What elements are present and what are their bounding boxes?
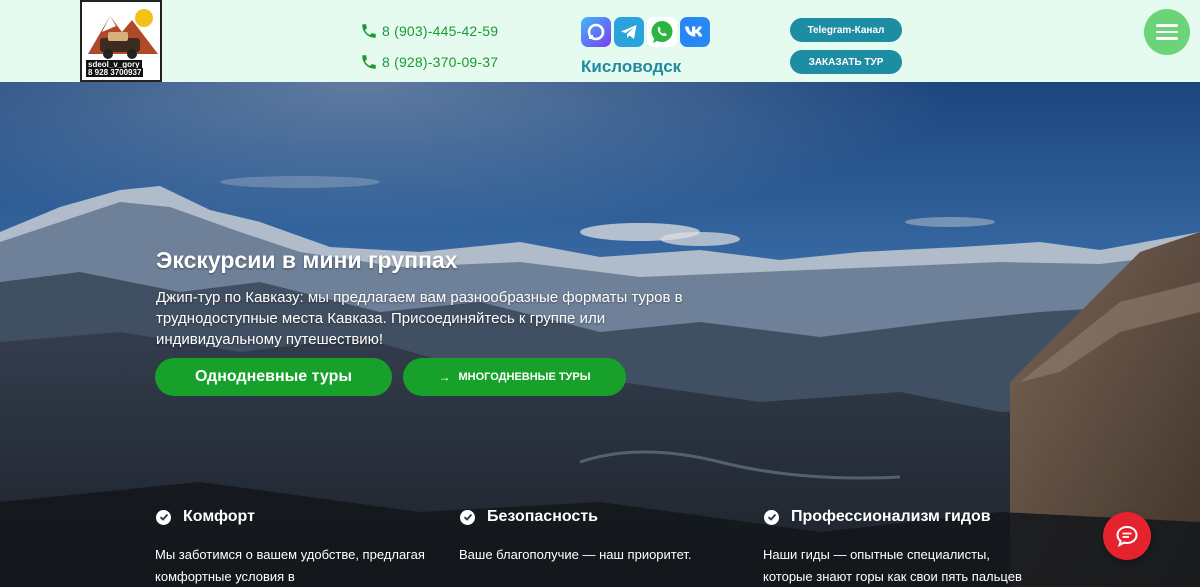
menu-button[interactable] [1144, 9, 1190, 55]
whatsapp-link[interactable] [647, 17, 677, 47]
hero-description: Джип-тур по Кавказу: мы предлагаем вам р… [156, 289, 683, 348]
multi-day-tours-button[interactable]: → МНОГОДНЕВНЫЕ ТУРЫ [403, 358, 626, 396]
feature-title: Профессионализм гидов [791, 508, 991, 525]
logo-phone: 8 928 3700937 [86, 68, 144, 77]
max-icon [587, 23, 605, 41]
site-logo[interactable]: sdeol_v_gory 8 928 3700937 [80, 0, 162, 82]
telegram-channel-button[interactable]: Telegram-Канал [790, 18, 902, 42]
one-day-tours-button[interactable]: Однодневные туры [155, 358, 392, 396]
feature-safety: Безопасность [460, 508, 598, 526]
vk-icon [685, 26, 703, 37]
check-circle-icon [460, 509, 475, 525]
order-tour-button[interactable]: ЗАКАЗАТЬ ТУР [790, 50, 902, 74]
phone-link-1[interactable]: 8 (903)-445-42-59 [360, 20, 498, 42]
phone-number: 8 (928)-370-09-37 [382, 54, 499, 70]
feature-comfort: Комфорт [156, 508, 255, 526]
multi-day-tours-label: МНОГОДНЕВНЫЕ ТУРЫ [458, 371, 591, 383]
check-circle-icon [764, 509, 779, 525]
whatsapp-icon [651, 21, 673, 43]
phone-icon [362, 55, 376, 69]
city-label: Кисловодск [581, 57, 682, 76]
arrow-right-icon: → [438, 370, 451, 384]
feature-title: Безопасность [487, 508, 598, 525]
site-header: sdeol_v_gory 8 928 3700937 8 (903)-445-4… [0, 0, 1200, 82]
max-messenger-link[interactable] [581, 17, 611, 47]
hamburger-icon [1156, 24, 1178, 27]
feature-text: Наши гиды — опытные специалисты, которые… [763, 547, 1022, 584]
hero-section: Экскурсии в мини группах Джип-тур по Кав… [0, 82, 1200, 587]
chat-widget-button[interactable] [1103, 512, 1151, 560]
telegram-icon [621, 25, 637, 39]
feature-text: Ваше благополучие — наш приоритет. [459, 547, 692, 562]
hero-title: Экскурсии в мини группах [156, 247, 458, 273]
phone-link-2[interactable]: 8 (928)-370-09-37 [360, 51, 498, 73]
phone-icon [362, 24, 376, 38]
chat-bubble-icon [1116, 525, 1138, 547]
feature-text: Мы заботимся о вашем удобстве, предлагая… [155, 547, 425, 584]
vk-link[interactable] [680, 17, 710, 47]
feature-guides: Профессионализм гидов [764, 508, 991, 526]
telegram-link[interactable] [614, 17, 644, 47]
feature-title: Комфорт [183, 508, 255, 525]
check-circle-icon [156, 509, 171, 525]
phone-number: 8 (903)-445-42-59 [382, 23, 499, 39]
social-links [581, 17, 710, 47]
